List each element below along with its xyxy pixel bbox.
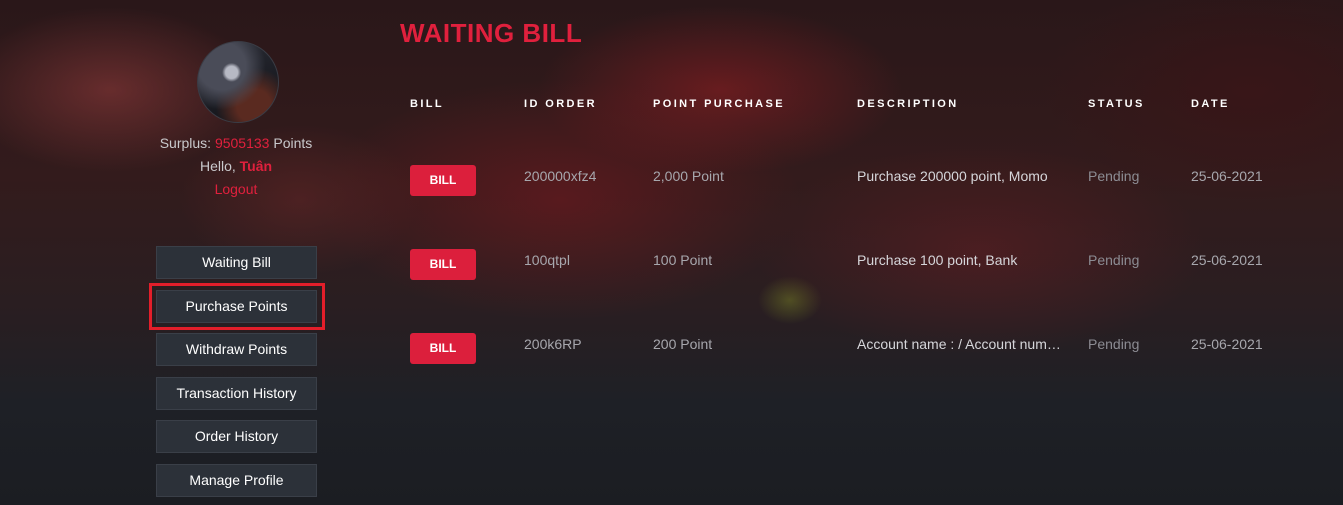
surplus-value: 9505133 — [214, 135, 270, 151]
order-id: 200k6RP — [524, 336, 582, 352]
highlight-box — [149, 283, 325, 330]
date: 25-06-2021 — [1191, 168, 1263, 184]
column-header-status: STATUS — [1088, 98, 1145, 110]
point-purchase: 100 Point — [653, 252, 713, 268]
description: Account name : / Account number : — [857, 336, 1067, 352]
status: Pending — [1088, 252, 1140, 268]
column-header-bill: BILL — [410, 98, 445, 110]
date: 25-06-2021 — [1191, 252, 1263, 268]
column-header-description: DESCRIPTION — [857, 98, 959, 110]
column-header-date: DATE — [1191, 98, 1230, 110]
surplus-unit: Points — [273, 135, 313, 151]
bill-button[interactable]: BILL — [410, 333, 476, 364]
username: Tuân — [239, 158, 273, 174]
surplus-balance: Surplus: 9505133 Points — [120, 134, 352, 152]
point-purchase: 200 Point — [653, 336, 713, 352]
menu-order-history-button[interactable]: Order History — [156, 420, 317, 453]
description: Purchase 100 point, Bank — [857, 252, 1018, 268]
date: 25-06-2021 — [1191, 336, 1263, 352]
order-id: 100qtpl — [524, 252, 570, 268]
description: Purchase 200000 point, Momo — [857, 168, 1048, 184]
greeting: Hello, Tuân — [120, 157, 352, 175]
menu-transaction-history-button[interactable]: Transaction History — [156, 377, 317, 410]
status: Pending — [1088, 336, 1140, 352]
point-purchase: 2,000 Point — [653, 168, 724, 184]
menu-withdraw-points-button[interactable]: Withdraw Points — [156, 333, 317, 366]
avatar[interactable] — [197, 41, 279, 123]
page-title: WAITING BILL — [400, 18, 583, 48]
menu-manage-profile-button[interactable]: Manage Profile — [156, 464, 317, 497]
hello-label: Hello, — [199, 158, 236, 174]
surplus-label: Surplus: — [159, 135, 212, 151]
logout-link[interactable]: Logout — [120, 180, 352, 198]
column-header-id-order: ID ORDER — [524, 98, 597, 110]
status: Pending — [1088, 168, 1140, 184]
column-header-point-purchase: POINT PURCHASE — [653, 98, 785, 110]
order-id: 200000xfz4 — [524, 168, 597, 184]
bill-button[interactable]: BILL — [410, 165, 476, 196]
bill-button[interactable]: BILL — [410, 249, 476, 280]
menu-waiting-bill-button[interactable]: Waiting Bill — [156, 246, 317, 279]
